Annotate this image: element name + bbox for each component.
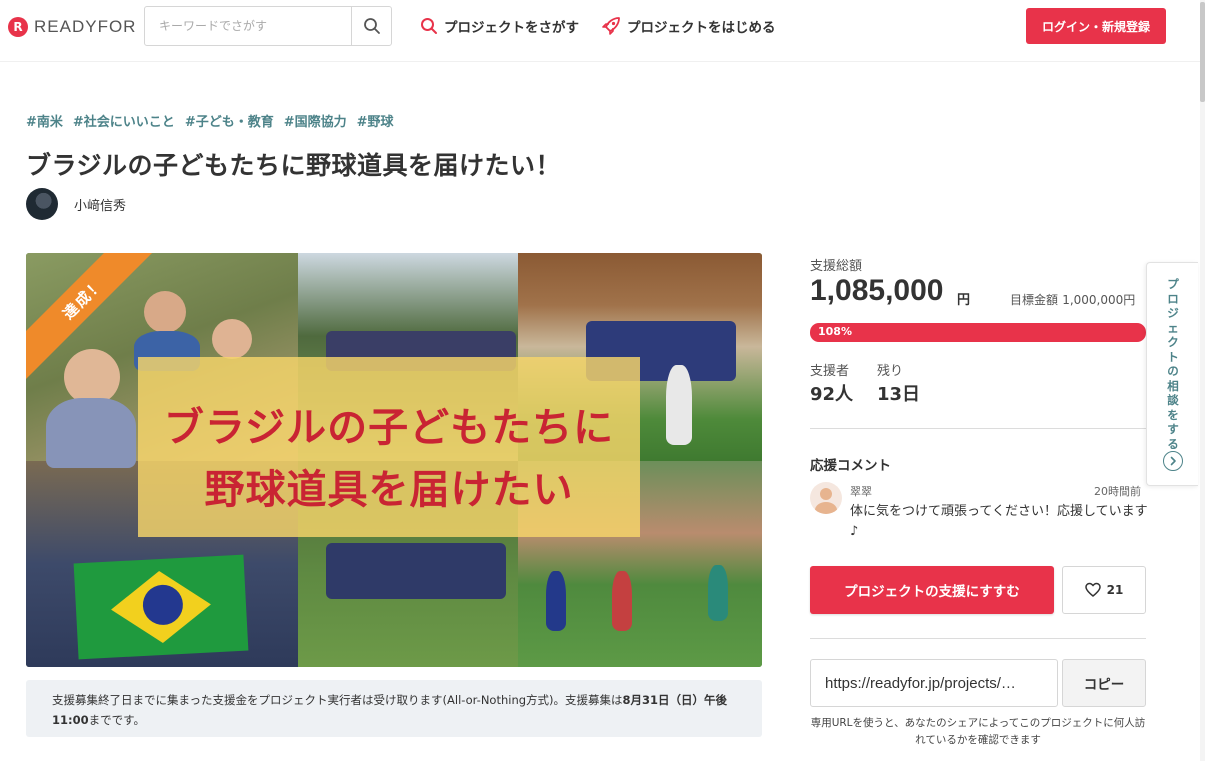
brand-logo[interactable]: R READYFOR [8,17,136,37]
search-input[interactable] [145,7,351,45]
comment-avatar[interactable] [810,482,842,514]
tag-link[interactable]: #子ども・教育 [185,111,274,130]
page-scrollbar-track[interactable] [1200,0,1205,761]
photo-figure [144,291,186,333]
share-url-note: 専用URLを使うと、あなたのシェアによってこのプロジェクトに何人訪れているかを確… [810,717,1146,746]
readyfor-logo-icon: R [8,17,28,37]
supporters-label: 支援者 [810,364,850,379]
total-amount-unit: 円 [957,293,971,308]
supporters-count: 92人 [810,384,854,405]
tag-link[interactable]: #社会にいいこと [73,111,175,130]
avatar-body [815,502,837,514]
page-scrollbar-thumb[interactable] [1200,2,1205,102]
nav-find-label: プロジェクトをさがす [444,20,579,36]
favorite-button[interactable]: 21 [1062,566,1146,614]
search-button[interactable] [351,7,391,45]
photo-figure [708,565,728,621]
site-header: R READYFOR プロジェクトをさがす プロジェクトをはじめる ログイン・新… [0,0,1200,62]
goal-value: 1,000,000円 [1062,293,1136,307]
copy-url-button[interactable]: コピー [1062,659,1146,707]
goal-label: 目標金額 [1010,293,1059,307]
tag-link[interactable]: #南米 [26,111,63,130]
tag-link[interactable]: #国際協力 [284,111,347,130]
share-url-field[interactable] [810,659,1058,707]
brand-name: READYFOR [34,17,137,36]
photo-figure [612,571,632,631]
consult-tab-label: プロジェクトの相談をする [1167,277,1179,451]
photo-figure [546,571,566,631]
project-title: ブラジルの子どもたちに野球道具を届けたい！ [26,151,562,180]
total-amount: 1,085,000 [810,274,944,307]
divider [810,428,1146,429]
photo-flag [73,554,249,660]
remaining-days: 13日 [877,384,921,405]
favorite-count: 21 [1106,583,1124,597]
rocket-icon [602,17,620,35]
login-signup-button[interactable]: ログイン・新規登録 [1026,8,1166,44]
avatar-head [820,488,832,500]
notice-text: 支援募集終了日までに集まった支援金をプロジェクト実行者は受け取ります(All-o… [52,693,623,707]
support-project-button[interactable]: プロジェクトの支援にすすむ [810,566,1054,614]
remaining-label: 残り [877,364,904,379]
photo-figure [666,365,692,445]
search-icon [363,18,380,34]
project-tags: #南米 #社会にいいこと #子ども・教育 #国際協力 #野球 [26,111,394,130]
photo-figure [64,349,120,405]
tag-link[interactable]: #野球 [357,111,394,130]
search-box [144,6,392,46]
notice-text-end: までです。 [88,713,145,727]
photo-figure [212,319,252,359]
divider [810,638,1146,639]
search-icon [421,18,437,34]
photo-figure [326,543,506,599]
comment-author[interactable]: 翠翠 [850,483,872,499]
comment-time: 20時間前 [1094,485,1141,498]
nav-start-label: プロジェクトをはじめる [627,20,776,36]
chevron-right-icon [1163,451,1183,471]
hero-title-line-2: 野球道具を届けたい [204,467,574,513]
funding-notice: 支援募集終了日までに集まった支援金をプロジェクト実行者は受け取ります(All-o… [26,680,762,737]
owner-name[interactable]: 小﨑信秀 [74,195,126,214]
goal-amount: 目標金額 1,000,000円 [1010,291,1135,308]
photo-figure [46,398,136,468]
nav-start-project[interactable]: プロジェクトをはじめる [601,16,776,36]
comment-text: 体に気をつけて頑張ってください！応援しています♪ [850,504,1148,539]
total-label: 支援総額 [810,259,863,274]
project-owner[interactable]: 小﨑信秀 [26,188,126,220]
nav-find-projects[interactable]: プロジェクトをさがす [420,16,579,36]
heart-icon [1084,582,1101,597]
comments-title: 応援コメント [810,458,891,474]
hero-title-banner: ブラジルの子どもたちに 野球道具を届けたい [138,357,640,537]
owner-avatar[interactable] [26,188,58,220]
funding-progress-bar: 108% [810,323,1146,342]
hero-title-line-1: ブラジルの子どもたちに [163,405,615,451]
consult-side-tab[interactable]: プロジェクトの相談をする [1146,262,1198,486]
project-hero-image: ブラジルの子どもたちに 野球道具を届けたい 達成！ [26,253,762,667]
progress-percent: 108% [818,325,852,338]
